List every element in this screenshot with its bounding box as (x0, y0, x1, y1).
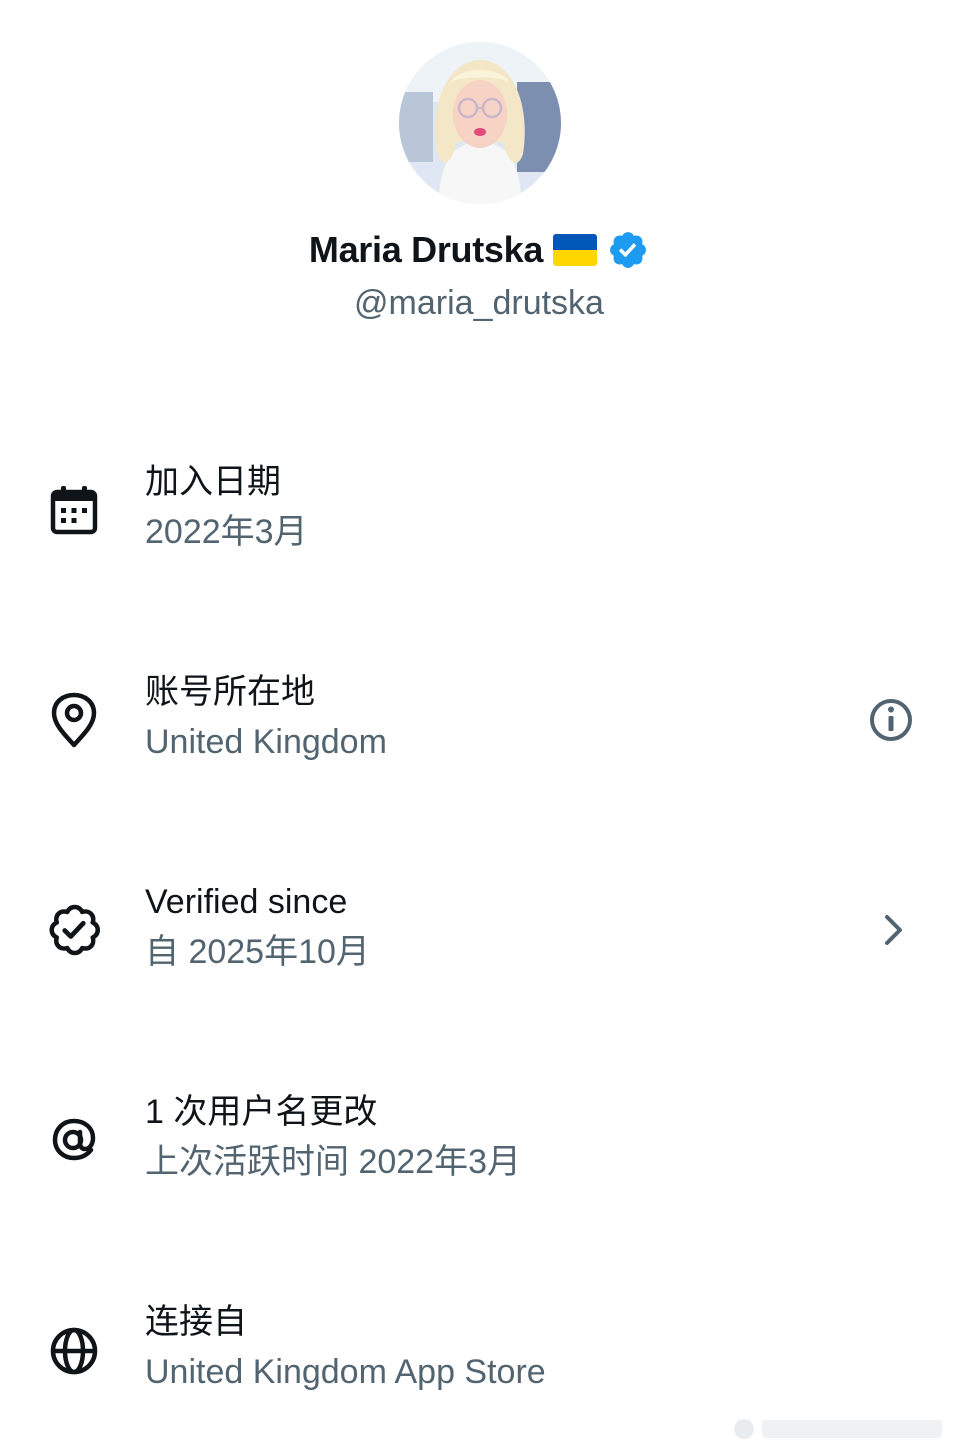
handle: @maria_drutska (354, 284, 604, 322)
info-icon[interactable] (860, 690, 920, 750)
location-pin-icon (44, 690, 104, 750)
row-text: 连接自 United Kingdom App Store (145, 1300, 546, 1394)
name-row: Maria Drutska (0, 226, 958, 274)
row-username-changes: 1 次用户名更改 上次活跃时间 2022年3月 (0, 1090, 958, 1210)
row-title: 连接自 (145, 1303, 247, 1341)
avatar[interactable] (399, 42, 561, 204)
display-name: Maria Drutska (308, 229, 544, 270)
calendar-icon (44, 480, 104, 540)
ukraine-flag-icon (553, 234, 598, 266)
row-title: 账号所在地 (145, 673, 315, 711)
row-text: 账号所在地 United Kingdom (145, 670, 387, 764)
row-subtitle: 自 2025年10月 (145, 933, 370, 971)
row-text: Verified since 自 2025年10月 (145, 880, 370, 974)
row-verified-since[interactable]: Verified since 自 2025年10月 (0, 880, 958, 1000)
avatar-image (399, 42, 561, 204)
globe-icon (44, 1320, 104, 1380)
chevron-right-icon[interactable] (860, 900, 920, 960)
row-connected-via: 连接自 United Kingdom App Store (0, 1300, 958, 1420)
row-text: 1 次用户名更改 上次活跃时间 2022年3月 (145, 1090, 521, 1184)
verified-badge-icon[interactable] (607, 229, 649, 271)
at-sign-icon (44, 1110, 104, 1170)
row-subtitle: United Kingdom (145, 723, 387, 761)
row-join-date: 加入日期 2022年3月 (0, 460, 958, 580)
row-account-location: 账号所在地 United Kingdom (0, 670, 958, 790)
row-title: 加入日期 (145, 463, 281, 501)
row-subtitle: 2022年3月 (145, 513, 308, 551)
row-text: 加入日期 2022年3月 (145, 460, 308, 554)
watermark (734, 1419, 942, 1439)
row-title: Verified since (145, 883, 348, 921)
row-title: 1 次用户名更改 (145, 1093, 378, 1131)
verified-outline-icon (44, 900, 104, 960)
row-subtitle: United Kingdom App Store (145, 1353, 546, 1391)
row-subtitle: 上次活跃时间 2022年3月 (145, 1143, 521, 1181)
